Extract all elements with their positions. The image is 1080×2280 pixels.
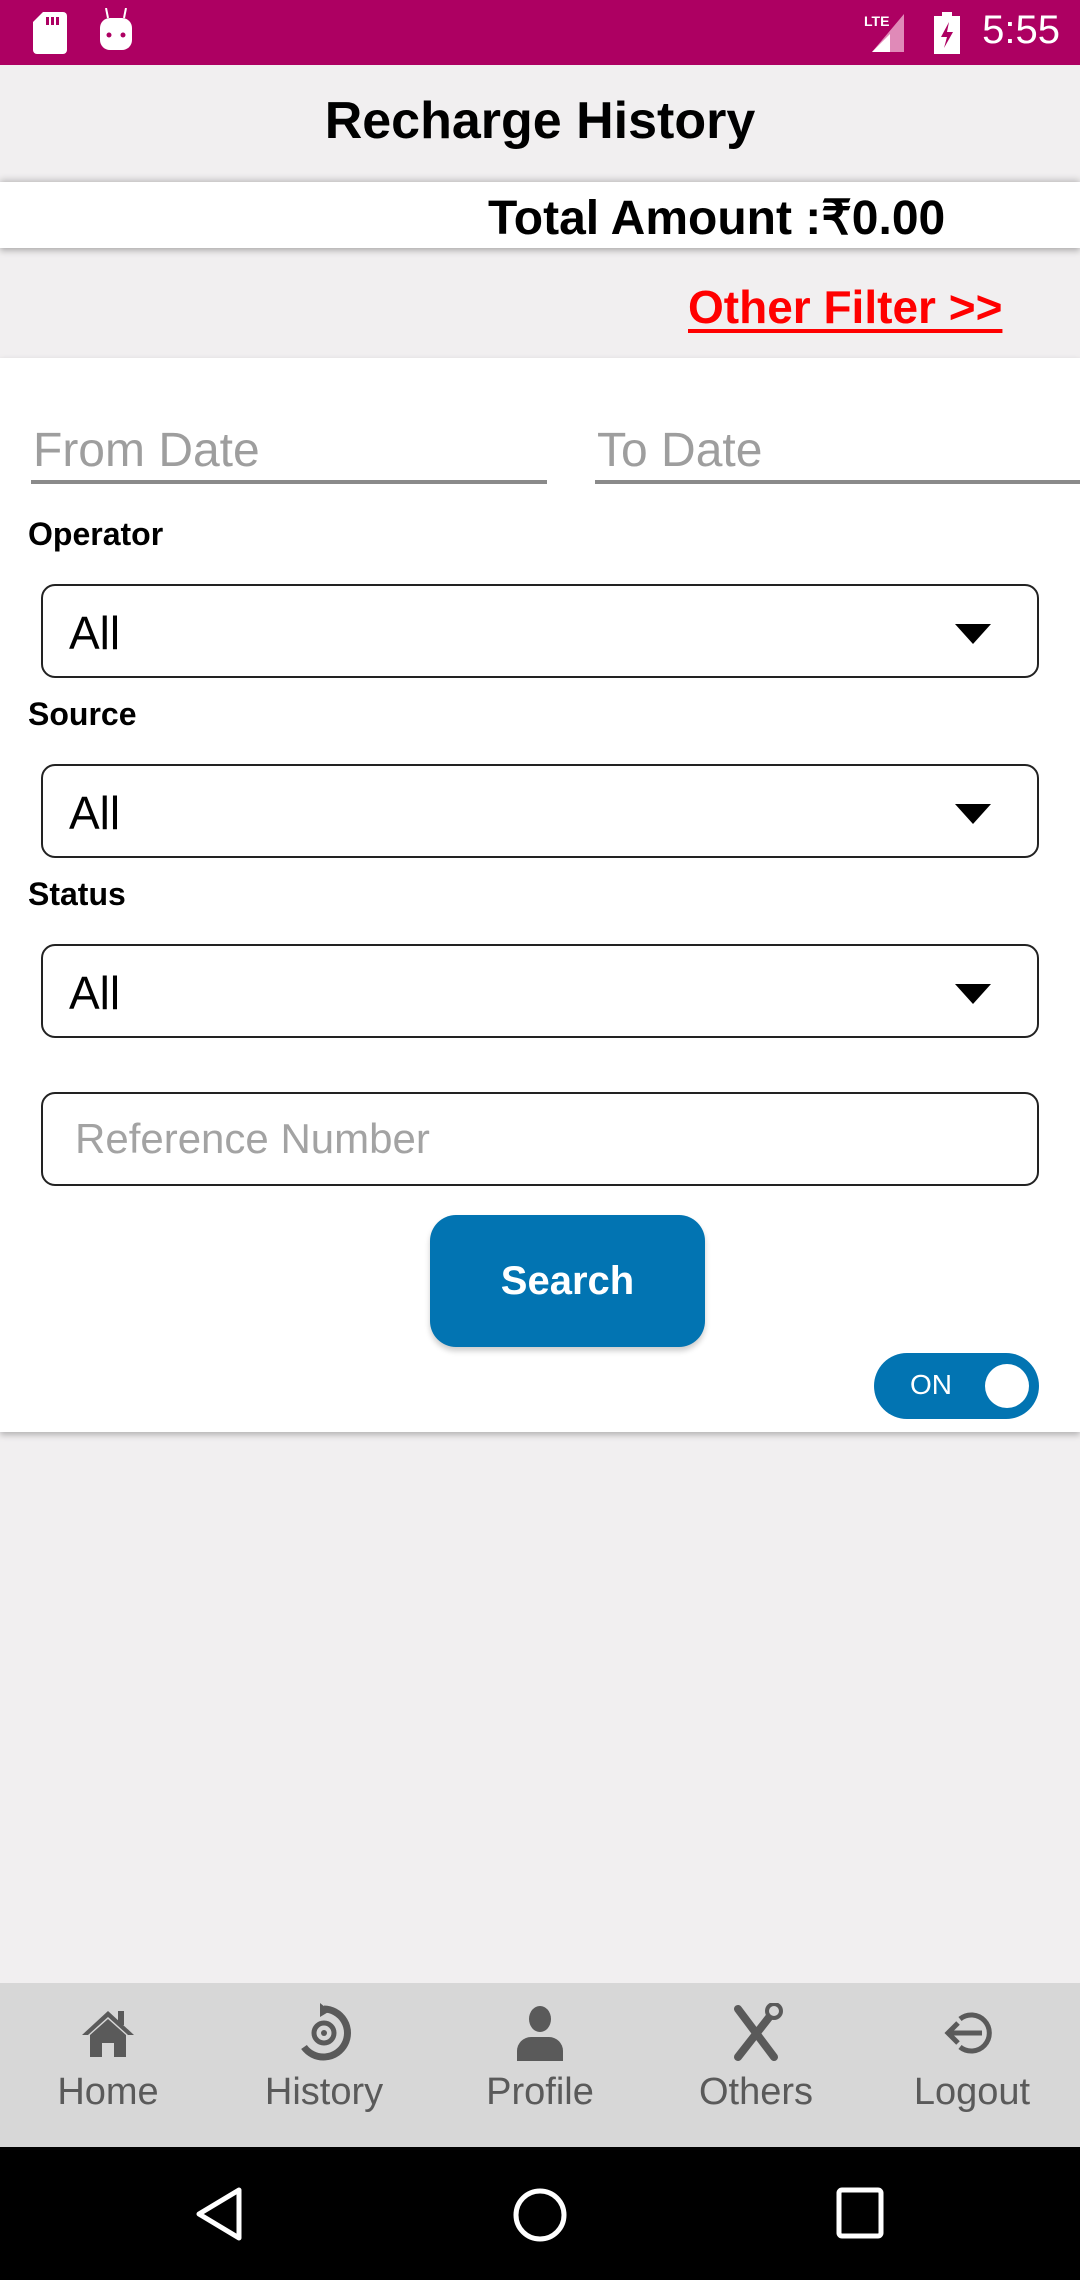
status-label: Status: [28, 876, 126, 912]
chevron-down-icon: [955, 984, 991, 1004]
status-selected-value: All: [69, 967, 121, 1019]
search-button[interactable]: Search: [430, 1215, 705, 1347]
bottom-nav: Home History Profile Others Logout: [0, 1983, 1080, 2147]
other-filter-link[interactable]: Other Filter >>: [688, 280, 1002, 334]
operator-select[interactable]: All: [41, 584, 1039, 678]
nav-label-logout: Logout: [913, 2071, 1031, 2113]
history-icon: [301, 2003, 351, 2061]
source-selected-value: All: [69, 787, 121, 839]
home-icon: [82, 2011, 134, 2057]
lte-signal-icon: LTE: [864, 13, 904, 52]
sd-card-icon: [33, 12, 67, 54]
nav-item-logout[interactable]: Logout: [864, 1983, 1080, 2147]
app-header: Recharge History: [0, 65, 1080, 180]
logout-icon: [944, 2012, 992, 2054]
chevron-down-icon: [955, 804, 991, 824]
nav-item-home[interactable]: Home: [0, 1983, 216, 2147]
recents-icon[interactable]: [836, 2187, 884, 2239]
total-amount: Total Amount :₹0.00: [488, 192, 946, 245]
tools-icon: [734, 2003, 783, 2061]
nav-label-profile: Profile: [486, 2071, 594, 2113]
home-circle-icon[interactable]: [512, 2187, 568, 2243]
operator-selected-value: All: [69, 607, 121, 659]
nav-item-history[interactable]: History: [216, 1983, 432, 2147]
clock: 5:55: [982, 8, 1060, 52]
reference-number-input[interactable]: [41, 1092, 1039, 1186]
nav-item-profile[interactable]: Profile: [432, 1983, 648, 2147]
nav-label-others: Others: [698, 2071, 814, 2113]
profile-icon: [517, 2006, 563, 2061]
toggle-label: ON: [910, 1369, 952, 1400]
source-select[interactable]: All: [41, 764, 1039, 858]
system-nav-bar: [0, 2147, 1080, 2280]
svg-text:LTE: LTE: [864, 13, 889, 29]
battery-charging-icon: [934, 12, 960, 54]
nav-label-home: Home: [57, 2071, 159, 2113]
android-debug-icon: [100, 8, 132, 50]
nav-item-others[interactable]: Others: [648, 1983, 864, 2147]
page-title: Recharge History: [324, 92, 756, 150]
operator-label: Operator: [28, 516, 164, 552]
filter-card: From Date To Date Operator All Source Al…: [0, 358, 1080, 1432]
to-date-field[interactable]: To Date: [595, 418, 1080, 484]
source-label: Source: [28, 696, 137, 732]
chevron-down-icon: [955, 624, 991, 644]
toggle-knob: [985, 1364, 1029, 1408]
on-off-toggle[interactable]: ON: [874, 1353, 1039, 1419]
status-bar: LTE 5:55: [0, 0, 1080, 65]
total-amount-bar: Total Amount :₹0.00: [0, 182, 1080, 248]
back-icon[interactable]: [195, 2187, 245, 2241]
from-date-field[interactable]: From Date: [31, 418, 547, 484]
status-select[interactable]: All: [41, 944, 1039, 1038]
nav-label-history: History: [264, 2071, 384, 2113]
